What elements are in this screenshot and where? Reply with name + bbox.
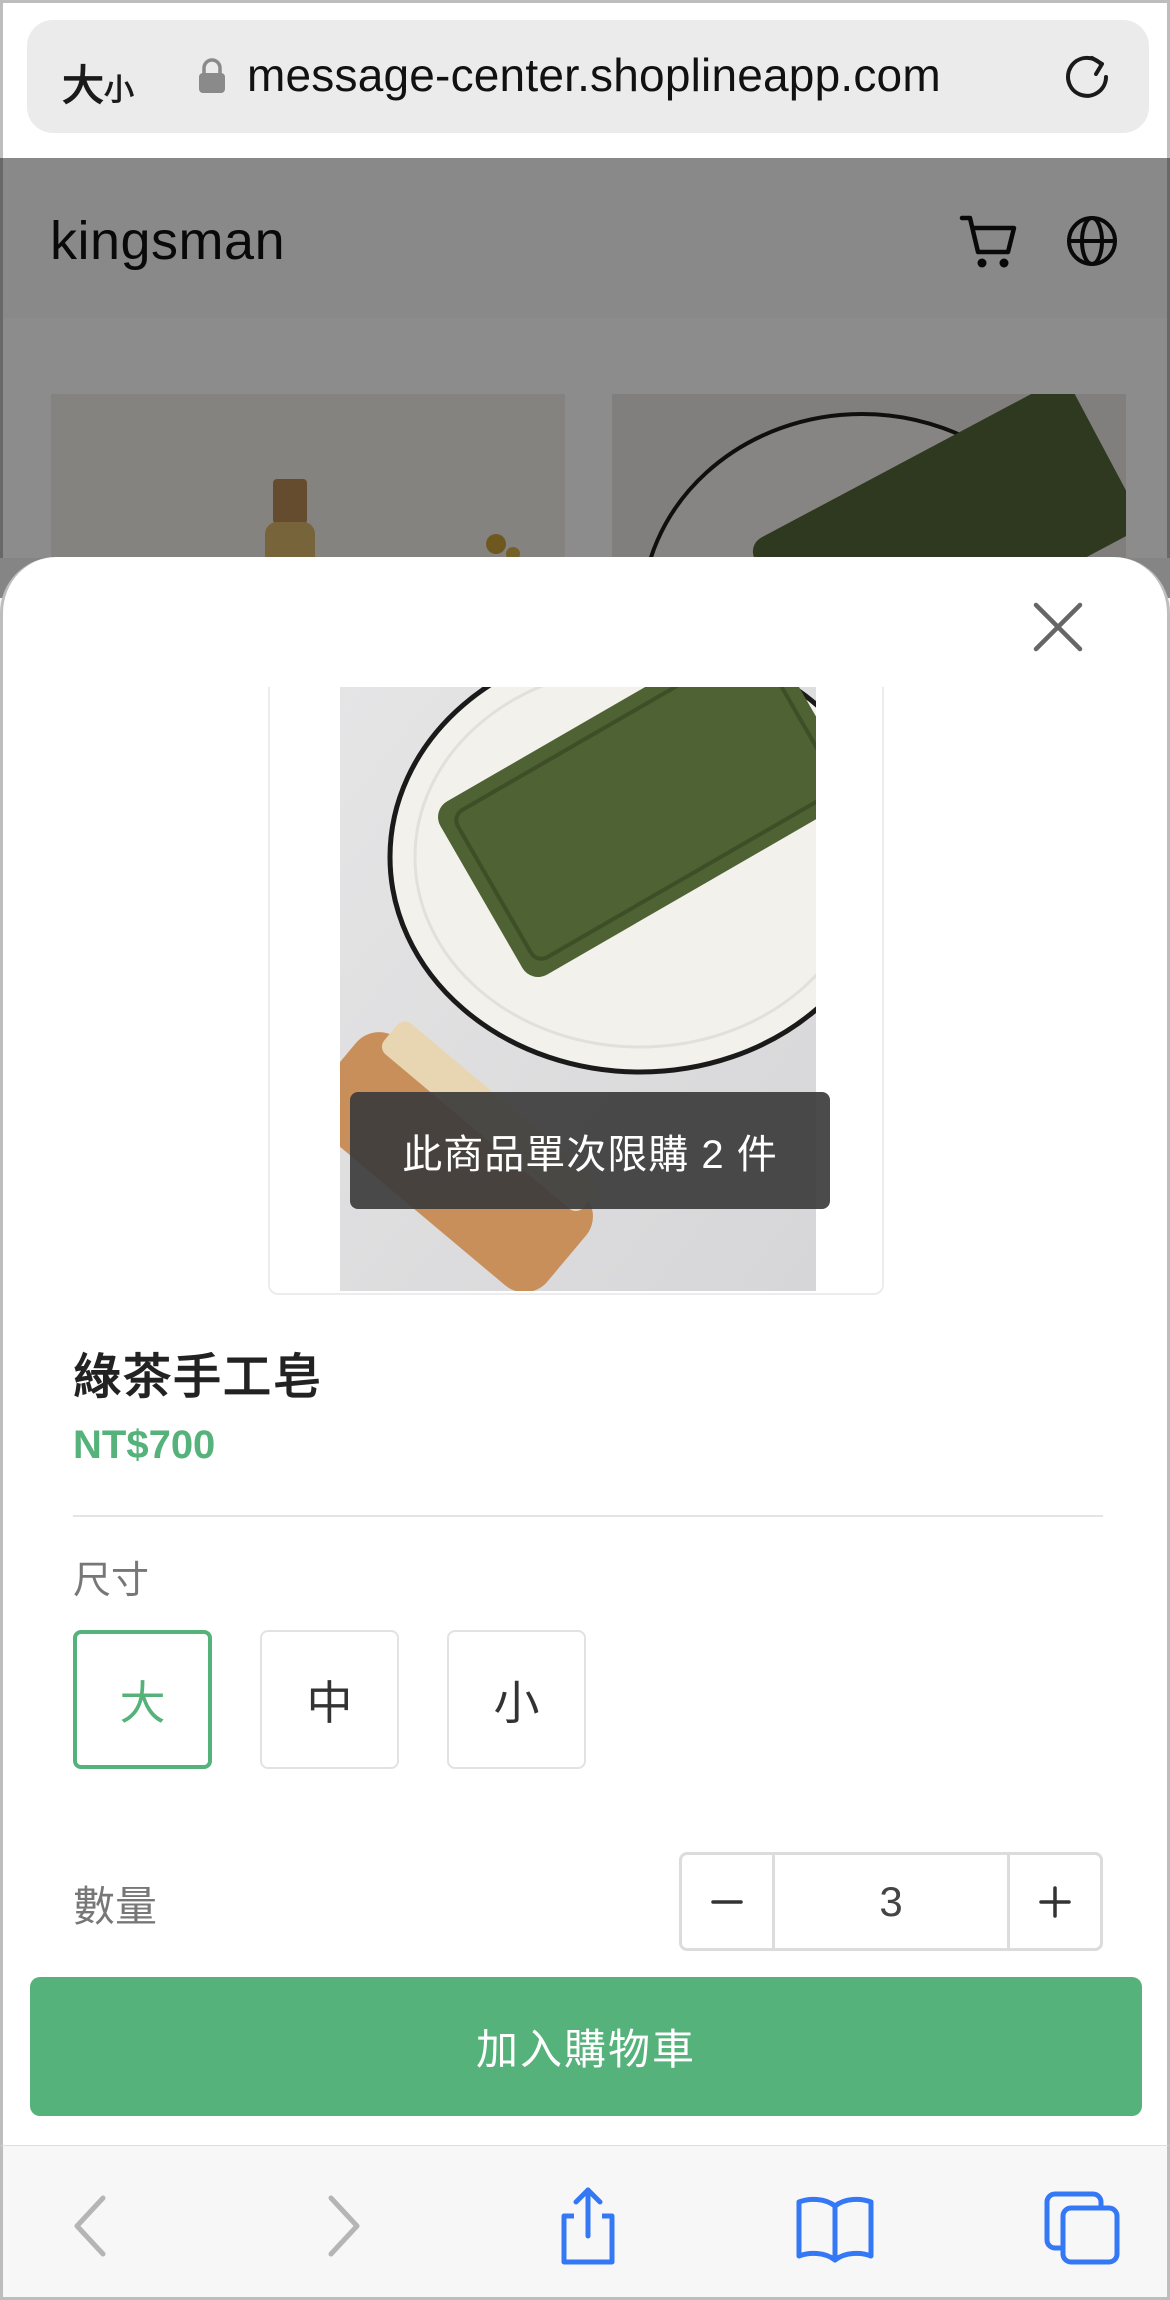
increase-quantity-button[interactable] (1007, 1855, 1100, 1948)
add-to-cart-button[interactable]: 加入購物車 (30, 1977, 1142, 2116)
minus-icon (711, 1899, 743, 1904)
forward-icon[interactable] (303, 2186, 383, 2266)
browser-toolbar (0, 2145, 1170, 2300)
lock-icon (199, 58, 225, 93)
size-option-medium[interactable]: 中 (260, 1630, 399, 1769)
size-label: 尺寸 (73, 1560, 150, 1602)
limit-toast: 此商品單次限購 2 件 (350, 1092, 830, 1209)
quantity-stepper: 3 (679, 1852, 1103, 1951)
reload-icon[interactable] (1057, 44, 1117, 104)
share-icon[interactable] (548, 2186, 628, 2266)
browser-top-bar: 大小 message-center.shoplineapp.com (0, 0, 1170, 158)
tabs-icon[interactable] (1043, 2186, 1123, 2266)
bookmarks-icon[interactable] (795, 2186, 875, 2266)
divider (73, 1515, 1103, 1517)
product-price: NT$700 (73, 1423, 216, 1467)
product-name: 綠茶手工皂 (73, 1351, 324, 1404)
close-icon[interactable] (1028, 597, 1088, 657)
plus-icon (1039, 1885, 1071, 1918)
size-option-large[interactable]: 大 (73, 1630, 212, 1769)
modal-backdrop[interactable] (0, 158, 1170, 598)
quantity-input[interactable]: 3 (775, 1855, 1007, 1948)
product-image-frame: 此商品單次限購 2 件 (268, 687, 884, 1295)
url-text[interactable]: message-center.shoplineapp.com (247, 48, 941, 102)
quantity-label: 數量 (73, 1883, 158, 1930)
decrease-quantity-button[interactable] (682, 1855, 775, 1948)
size-option-small[interactable]: 小 (447, 1630, 586, 1769)
back-icon[interactable] (51, 2186, 131, 2266)
product-modal: 此商品單次限購 2 件 綠茶手工皂 NT$700 尺寸 大 中 小 數量 3 加… (0, 557, 1170, 2147)
text-size-button[interactable]: 大小 (62, 52, 134, 113)
address-bar[interactable]: 大小 message-center.shoplineapp.com (27, 20, 1149, 133)
